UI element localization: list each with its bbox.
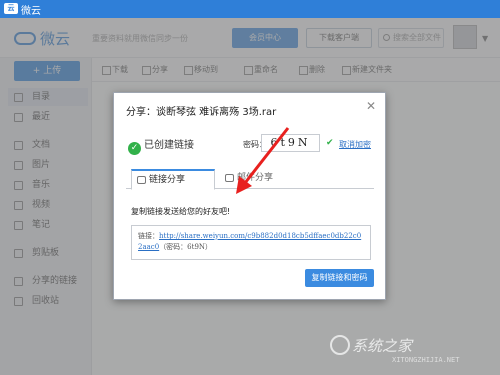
watermark-url: XITONGZHIJIA.NET	[392, 356, 460, 364]
watermark: 系统之家	[352, 337, 413, 355]
arrow-shaft	[243, 127, 290, 184]
watermark-logo-icon	[330, 335, 350, 355]
annotation-arrow	[236, 127, 290, 194]
